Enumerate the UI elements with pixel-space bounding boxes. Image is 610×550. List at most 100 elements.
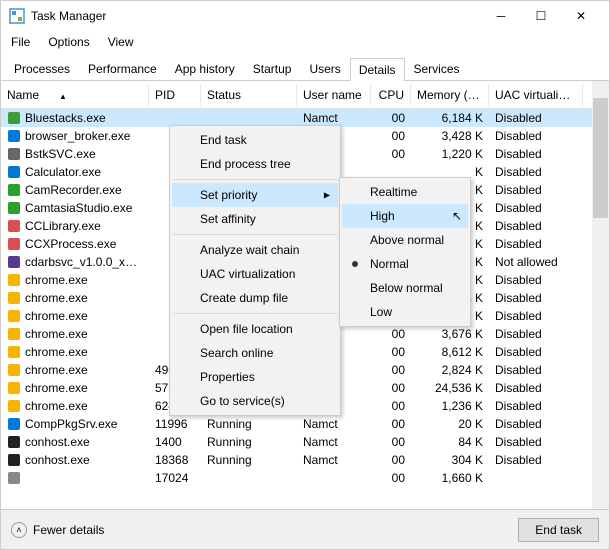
table-row[interactable]: conhost.exe1400RunningNamct0084 KDisable… <box>1 433 609 451</box>
cm-set-priority[interactable]: Set priority▶ <box>172 183 338 207</box>
process-icon <box>7 291 21 305</box>
process-uac: Disabled <box>489 344 583 360</box>
cm-properties[interactable]: Properties <box>172 365 338 389</box>
process-cpu: 00 <box>371 398 411 414</box>
process-name: chrome.exe <box>25 291 88 305</box>
process-icon <box>7 345 21 359</box>
tab-performance[interactable]: Performance <box>79 57 166 80</box>
menu-view[interactable]: View <box>106 33 136 51</box>
priority-low[interactable]: Low <box>342 300 468 324</box>
process-pid <box>149 117 201 119</box>
process-name: BstkSVC.exe <box>25 147 96 161</box>
context-menu: End task End process tree Set priority▶ … <box>169 125 341 416</box>
process-memory: 24,536 K <box>411 380 489 396</box>
process-memory: 20 K <box>411 416 489 432</box>
tab-details[interactable]: Details <box>350 58 405 81</box>
process-name: CamtasiaStudio.exe <box>25 201 132 215</box>
table-row[interactable]: conhost.exe18368RunningNamct00304 KDisab… <box>1 451 609 469</box>
process-user: Namct <box>297 110 371 126</box>
process-name: conhost.exe <box>25 453 90 467</box>
cm-goto-services[interactable]: Go to service(s) <box>172 389 338 413</box>
cm-end-tree[interactable]: End process tree <box>172 152 338 176</box>
process-memory: 8,612 K <box>411 344 489 360</box>
vertical-scrollbar[interactable] <box>592 81 609 519</box>
column-memory[interactable]: Memory (a... <box>411 84 489 106</box>
app-icon <box>9 8 25 24</box>
cursor-icon: ↖ <box>452 209 462 223</box>
maximize-button[interactable]: ☐ <box>521 2 561 30</box>
process-status: Running <box>201 434 297 450</box>
process-icon <box>7 129 21 143</box>
priority-above-normal[interactable]: Above normal <box>342 228 468 252</box>
process-status: Running <box>201 416 297 432</box>
cm-separator <box>173 313 337 314</box>
process-cpu: 00 <box>371 470 411 486</box>
table-row[interactable]: 17024001,660 K <box>1 469 609 487</box>
menu-options[interactable]: Options <box>46 33 91 51</box>
cm-uac[interactable]: UAC virtualization <box>172 262 338 286</box>
cm-search-online[interactable]: Search online <box>172 341 338 365</box>
priority-normal[interactable]: Normal <box>342 252 468 276</box>
process-cpu: 00 <box>371 110 411 126</box>
column-status[interactable]: Status <box>201 84 297 106</box>
process-name: conhost.exe <box>25 435 90 449</box>
priority-below-normal[interactable]: Below normal <box>342 276 468 300</box>
process-icon <box>7 273 21 287</box>
process-cpu: 00 <box>371 362 411 378</box>
process-icon <box>7 363 21 377</box>
process-uac: Disabled <box>489 290 583 306</box>
column-pid[interactable]: PID <box>149 84 201 106</box>
process-uac: Disabled <box>489 200 583 216</box>
process-user: Namct <box>297 452 371 468</box>
process-memory: 2,824 K <box>411 362 489 378</box>
process-name: chrome.exe <box>25 309 88 323</box>
menu-file[interactable]: File <box>9 33 32 51</box>
scroll-thumb[interactable] <box>593 98 608 218</box>
process-icon <box>7 453 21 467</box>
window-title: Task Manager <box>31 9 481 23</box>
process-cpu <box>371 171 411 173</box>
process-uac: Disabled <box>489 182 583 198</box>
process-icon <box>7 183 21 197</box>
process-icon <box>7 219 21 233</box>
tab-services[interactable]: Services <box>405 57 469 80</box>
process-pid: 11996 <box>149 416 201 432</box>
table-row[interactable]: CompPkgSrv.exe11996RunningNamct0020 KDis… <box>1 415 609 433</box>
column-cpu[interactable]: CPU <box>371 84 411 106</box>
priority-realtime[interactable]: Realtime <box>342 180 468 204</box>
process-icon <box>7 417 21 431</box>
process-uac: Disabled <box>489 128 583 144</box>
process-name: chrome.exe <box>25 273 88 287</box>
cm-set-affinity[interactable]: Set affinity <box>172 207 338 231</box>
tab-startup[interactable]: Startup <box>244 57 301 80</box>
process-memory: 1,660 K <box>411 470 489 486</box>
process-name: Calculator.exe <box>25 165 101 179</box>
tab-users[interactable]: Users <box>300 57 349 80</box>
process-uac: Disabled <box>489 398 583 414</box>
column-uac[interactable]: UAC virtualiza... <box>489 84 583 106</box>
process-name: CompPkgSrv.exe <box>25 417 117 431</box>
process-name: chrome.exe <box>25 399 88 413</box>
cm-analyze[interactable]: Analyze wait chain <box>172 238 338 262</box>
cm-dump[interactable]: Create dump file <box>172 286 338 310</box>
tab-processes[interactable]: Processes <box>5 57 79 80</box>
priority-high[interactable]: High↖ <box>342 204 468 228</box>
process-status: Running <box>201 452 297 468</box>
cm-open-location[interactable]: Open file location <box>172 317 338 341</box>
minimize-button[interactable]: ─ <box>481 2 521 30</box>
table-header: Name▲ PID Status User name CPU Memory (a… <box>1 81 609 109</box>
fewer-details-toggle[interactable]: ˄ Fewer details <box>11 522 518 538</box>
process-uac: Not allowed <box>489 254 583 270</box>
process-status <box>201 117 297 119</box>
process-cpu: 00 <box>371 452 411 468</box>
process-pid: 18368 <box>149 452 201 468</box>
end-task-button[interactable]: End task <box>518 518 599 542</box>
process-memory: 1,236 K <box>411 398 489 414</box>
process-icon <box>7 111 21 125</box>
tab-app-history[interactable]: App history <box>166 57 244 80</box>
cm-end-task[interactable]: End task <box>172 128 338 152</box>
column-name[interactable]: Name▲ <box>1 84 149 106</box>
close-button[interactable]: ✕ <box>561 2 601 30</box>
column-user[interactable]: User name <box>297 84 371 106</box>
process-user: Namct <box>297 434 371 450</box>
